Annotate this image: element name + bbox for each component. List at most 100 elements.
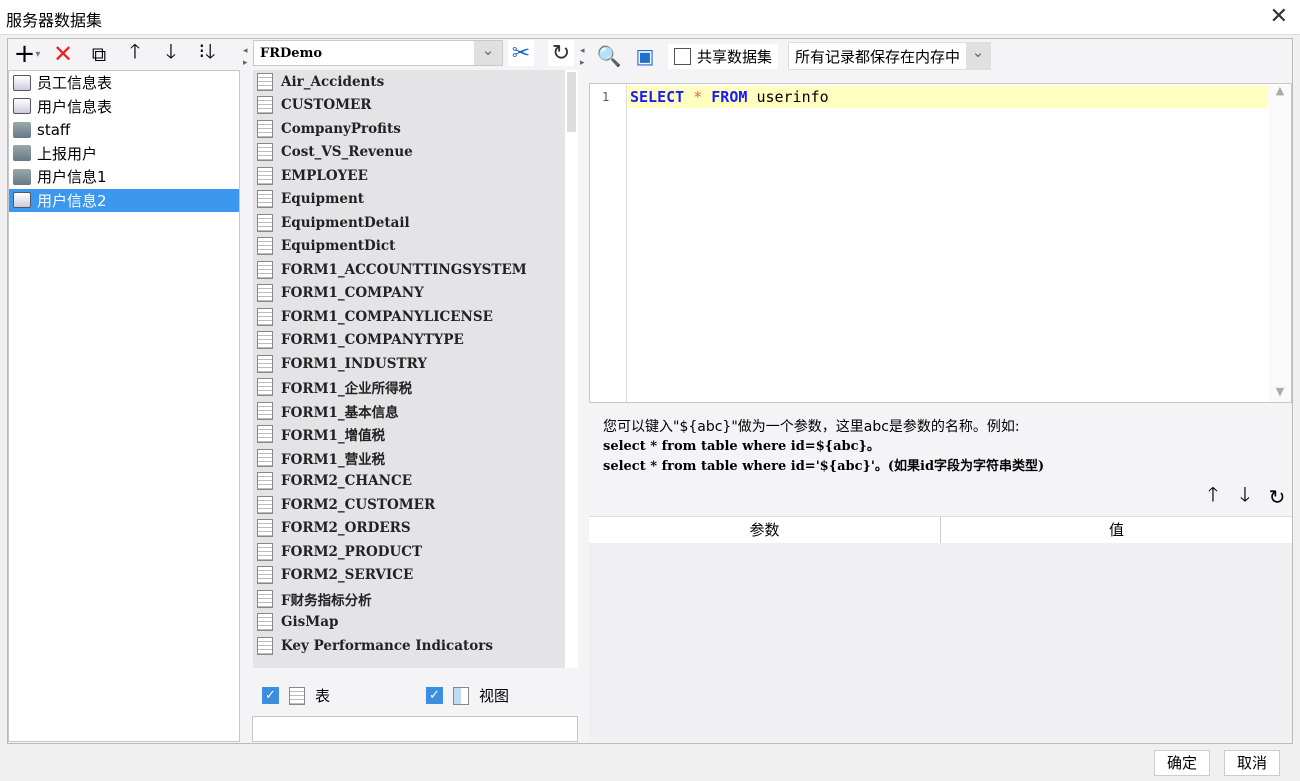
move-down-icon[interactable]: 🡓 — [1232, 482, 1258, 510]
cancel-button[interactable]: 取消 — [1224, 750, 1280, 776]
table-icon — [257, 566, 273, 585]
dataset-item[interactable]: 用户信息1 — [9, 165, 239, 189]
table-item[interactable]: Air_Accidents — [253, 70, 565, 94]
table-item[interactable]: Equipment — [253, 188, 565, 212]
add-icon[interactable]: + ▾ — [14, 39, 41, 69]
preview-icon[interactable]: 🔍 — [596, 43, 622, 69]
table-name: FORM1_营业税 — [281, 451, 386, 468]
table-item[interactable]: FORM2_CUSTOMER — [253, 493, 565, 517]
table-name: Key Performance Indicators — [281, 637, 493, 654]
table-icon — [257, 401, 273, 420]
table-item[interactable]: FORM1_INDUSTRY — [253, 352, 565, 376]
move-up-icon[interactable]: 🡑 — [122, 39, 148, 67]
sql-dataset-icon — [13, 192, 31, 209]
sql-line: SELECT * FROM userinfo — [628, 86, 1268, 108]
hint-example: select * from table where id='${abc}'。(如… — [603, 459, 1045, 474]
table-item[interactable]: FORM1_ACCOUNTTINGSYSTEM — [253, 258, 565, 282]
database-table-icon — [13, 121, 31, 138]
share-checkbox[interactable] — [674, 47, 691, 65]
table-checkbox[interactable]: ✓ — [262, 687, 279, 704]
table-item[interactable]: EMPLOYEE — [253, 164, 565, 188]
dataset-item[interactable]: staff — [9, 118, 239, 142]
table-item[interactable]: Key Performance Indicators — [253, 634, 565, 658]
sql-dataset-icon — [13, 74, 31, 91]
dataset-item[interactable]: 用户信息2 — [9, 188, 239, 212]
sql-toolbar: 🔍 ▣ 共享数据集 所有记录都保存在内存中 ⌄ — [596, 42, 992, 70]
sql-dataset-icon — [13, 98, 31, 115]
share-label: 共享数据集 — [697, 47, 773, 66]
table-item[interactable]: FORM1_增值税 — [253, 423, 565, 447]
connection-select[interactable]: FRDemo ⌄ — [253, 40, 503, 66]
table-item[interactable]: EquipmentDetail — [253, 211, 565, 235]
table-item[interactable]: FORM2_ORDERS — [253, 517, 565, 541]
table-search-input[interactable] — [252, 716, 578, 742]
table-item[interactable]: FORM2_CHANCE — [253, 470, 565, 494]
table-item[interactable]: CUSTOMER — [253, 94, 565, 118]
table-item[interactable]: EquipmentDict — [253, 235, 565, 259]
table-icon — [257, 331, 273, 350]
table-icon — [257, 260, 273, 279]
table-item[interactable]: FORM1_基本信息 — [253, 399, 565, 423]
table-item[interactable]: FORM1_营业税 — [253, 446, 565, 470]
dataset-item[interactable]: 上报用户 — [9, 142, 239, 166]
table-icon — [257, 96, 273, 115]
storage-value: 所有记录都保存在内存中 — [795, 47, 961, 66]
close-icon[interactable]: ✕ — [1270, 4, 1288, 29]
table-name: EquipmentDict — [281, 238, 396, 255]
chevron-down-icon[interactable]: ⌄ — [474, 41, 502, 65]
table-name: FORM2_CHANCE — [281, 473, 412, 490]
delete-icon[interactable]: ✕ — [50, 40, 76, 68]
refresh-icon[interactable]: ↻ — [548, 40, 574, 66]
connection-settings-icon[interactable]: ✂ — [508, 40, 534, 66]
table-item[interactable]: Cost_VS_Revenue — [253, 141, 565, 165]
table-list-scrollbar[interactable] — [565, 70, 578, 668]
filter-table: ✓ 表 — [262, 685, 330, 706]
column-header-param[interactable]: 参数 — [589, 517, 941, 543]
table-item[interactable]: FORM2_SERVICE — [253, 564, 565, 588]
splitter-arrows[interactable]: ◂ ▸ — [243, 45, 248, 69]
dataset-item[interactable]: 用户信息表 — [9, 95, 239, 119]
sql-editor[interactable]: 1 SELECT * FROM userinfo ▲ ▼ — [589, 83, 1292, 403]
ok-button[interactable]: 确定 — [1154, 750, 1210, 776]
table-icon — [257, 284, 273, 303]
table-item[interactable]: FORM1_企业所得税 — [253, 376, 565, 400]
table-item[interactable]: FORM1_COMPANYLICENSE — [253, 305, 565, 329]
dataset-item[interactable]: 员工信息表 — [9, 71, 239, 95]
dataset-label: staff — [37, 120, 71, 139]
window-title: 服务器数据集 — [6, 11, 103, 30]
table-item[interactable]: FORM1_COMPANY — [253, 282, 565, 306]
view-icon — [453, 686, 469, 705]
param-hint: 您可以键入"${abc}"做为一个参数，这里abc是参数的名称。例如: sele… — [603, 417, 1044, 477]
view-checkbox[interactable]: ✓ — [426, 687, 443, 704]
sql-keyword: FROM — [711, 88, 748, 106]
table-icon — [257, 213, 273, 232]
move-up-icon[interactable]: 🡑 — [1200, 482, 1226, 510]
dataset-toolbar: + ▾ ✕ ⧉ 🡑 🡓 ⁝🡓 — [14, 39, 220, 69]
table-name: CUSTOMER — [281, 97, 372, 114]
save-icon[interactable]: ▣ — [632, 43, 658, 69]
chevron-down-icon[interactable]: ⌄ — [966, 43, 991, 69]
copy-icon[interactable]: ⧉ — [86, 41, 112, 67]
table-item[interactable]: CompanyProfits — [253, 117, 565, 141]
storage-select[interactable]: 所有记录都保存在内存中 ⌄ — [788, 42, 992, 70]
table-icon — [257, 72, 273, 91]
param-toolbar: 🡑 🡓 ↻ — [1200, 482, 1290, 510]
splitter-arrows[interactable]: ◂ ▸ — [580, 45, 585, 69]
table-filter-label: 表 — [315, 687, 331, 705]
sort-icon[interactable]: ⁝🡓 — [194, 39, 220, 67]
hint-line: 您可以键入"${abc}"做为一个参数，这里abc是参数的名称。例如: — [603, 419, 1020, 435]
table-item[interactable]: GisMap — [253, 611, 565, 635]
dataset-label: 用户信息表 — [37, 97, 113, 116]
table-icon — [257, 190, 273, 209]
editor-scrollbar[interactable]: ▲ ▼ — [1269, 84, 1291, 402]
table-icon — [257, 589, 273, 608]
table-item[interactable]: F财务指标分析 — [253, 587, 565, 611]
table-icon — [289, 686, 305, 705]
table-name: Air_Accidents — [281, 73, 385, 90]
table-item[interactable]: FORM1_COMPANYTYPE — [253, 329, 565, 353]
table-icon — [257, 425, 273, 444]
table-item[interactable]: FORM2_PRODUCT — [253, 540, 565, 564]
refresh-icon[interactable]: ↻ — [1264, 484, 1290, 510]
column-header-value[interactable]: 值 — [941, 517, 1292, 543]
move-down-icon[interactable]: 🡓 — [158, 39, 184, 67]
